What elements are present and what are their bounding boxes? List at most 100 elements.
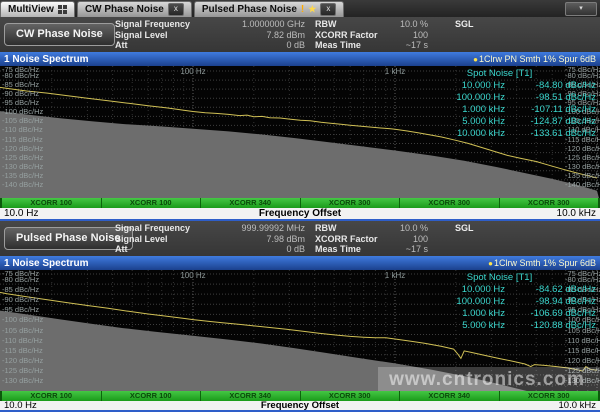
- setting-value: 10.0 %: [400, 19, 428, 30]
- y-axis-label: -90 dBc/Hz: [2, 296, 39, 304]
- setting-label: Signal Level: [115, 234, 168, 245]
- setting-label: Signal Frequency: [115, 223, 190, 234]
- trace-info: ● 1Clrw Smth 1% Spur 6dB: [488, 258, 596, 268]
- window-title: 1 Noise Spectrum: [4, 54, 88, 65]
- setting-value: 7.98 dBm: [266, 234, 305, 245]
- x-axis-start: 10.0 Hz: [4, 208, 38, 219]
- tab-pulsed-phase-noise[interactable]: Pulsed Phase Noise ! ★ x: [194, 1, 344, 17]
- channel-button-cw[interactable]: CW Phase Noise: [4, 23, 115, 46]
- spot-noise-offset: 10.000 Hz: [433, 284, 505, 296]
- y-axis-label: -130 dBc/Hz: [565, 163, 600, 171]
- spot-noise-offset: 10.000 Hz: [433, 80, 505, 92]
- spot-noise-row: 10.000 Hz-84.62 dBc/Hz: [433, 284, 596, 296]
- close-icon[interactable]: x: [168, 3, 184, 16]
- x-decade-label: 100 Hz: [180, 67, 205, 76]
- y-axis-label: -115 dBc/Hz: [565, 347, 600, 355]
- xcorr-progress-bar: XCORR 100XCORR 100XCORR 340XCORR 300XCOR…: [0, 198, 600, 208]
- xcorr-segment: XCORR 340: [201, 198, 301, 208]
- y-axis-label: -80 dBc/Hz: [2, 72, 39, 80]
- spot-noise-title: Spot Noise [T1]: [433, 68, 596, 80]
- spot-noise-value: -133.61 dBc/Hz: [510, 128, 596, 140]
- y-axis-label: -125 dBc/Hz: [565, 154, 600, 162]
- spot-noise-value: -106.69 dBc/Hz: [510, 308, 596, 320]
- x-decade-label: 100 Hz: [180, 271, 205, 280]
- window-title-bar[interactable]: 1 Noise Spectrum ● 1Clrw Smth 1% Spur 6d…: [0, 256, 600, 270]
- channel-header-pulsed: Pulsed Phase Noise Signal Frequency 999.9…: [0, 221, 600, 256]
- y-axis-label: -130 dBc/Hz: [2, 163, 43, 171]
- channel-button-pulsed[interactable]: Pulsed Phase Noise: [4, 227, 133, 250]
- setting-label: Att: [115, 244, 128, 255]
- trace-color-dot-icon: ●: [473, 55, 478, 64]
- tab-pulsed-label: Pulsed Phase Noise: [202, 4, 297, 15]
- setting-value: 999.99992 MHz: [241, 223, 305, 234]
- setting-value: 1.0000000 GHz: [242, 19, 305, 30]
- setting-value: 0 dB: [286, 244, 305, 255]
- tab-multiview[interactable]: MultiView: [0, 1, 75, 17]
- spot-noise-row: 100.000 Hz -98.51 dBc/Hz: [433, 92, 596, 104]
- xcorr-segment: XCORR 300: [301, 198, 401, 208]
- spot-noise-offset: 5.000 kHz: [433, 116, 505, 128]
- xcorr-segment: XCORR 100: [2, 198, 102, 208]
- tab-cw-label: CW Phase Noise: [85, 4, 164, 15]
- spot-noise-table: Spot Noise [T1]10.000 Hz-84.80 dBc/Hz100…: [433, 68, 596, 140]
- x-decade-label: 1 kHz: [385, 67, 405, 76]
- window-dropdown-button[interactable]: ▾: [565, 2, 597, 16]
- settings-column-1: Signal Frequency1.0000000 GHz Signal Lev…: [115, 19, 305, 51]
- spot-noise-row: 5.000 kHz -124.87 dBc/Hz: [433, 116, 596, 128]
- spot-noise-offset: 5.000 kHz: [433, 320, 505, 332]
- settings-column-2: RBW10.0 % XCORR Factor100 Meas Time~17 s: [315, 19, 428, 51]
- sweep-mode-badge: SGL: [455, 19, 474, 29]
- window-title-bar[interactable]: 1 Noise Spectrum ● 1Clrw PN Smth 1% Spur…: [0, 52, 600, 66]
- y-axis-label: -120 dBc/Hz: [2, 145, 43, 153]
- noise-spectrum-graph-cw[interactable]: -75 dBc/Hz-80 dBc/Hz-85 dBc/Hz-90 dBc/Hz…: [0, 66, 600, 198]
- spot-noise-value: -124.87 dBc/Hz: [510, 116, 596, 128]
- spot-noise-value: -107.11 dBc/Hz: [510, 104, 596, 116]
- setting-label: Meas Time: [315, 244, 361, 255]
- y-axis-label: -130 dBc/Hz: [2, 377, 43, 385]
- spot-noise-offset: 10.000 kHz: [433, 128, 505, 140]
- multiview-grid-icon: [58, 5, 67, 14]
- tab-cw-phase-noise[interactable]: CW Phase Noise x: [77, 1, 192, 17]
- setting-value: 0 dB: [286, 40, 305, 51]
- x-decade-label: 1 kHz: [385, 271, 405, 280]
- y-axis-label: -100 dBc/Hz: [2, 316, 43, 324]
- setting-label: Att: [115, 40, 128, 51]
- x-axis-row: 10.0 Hz Frequency Offset 10.0 kHz: [0, 208, 600, 219]
- x-axis-stop: 10.0 kHz: [557, 208, 596, 219]
- y-axis-label: -90 dBc/Hz: [2, 90, 39, 98]
- spot-noise-row: 10.000 kHz -133.61 dBc/Hz: [433, 128, 596, 140]
- sweep-mode-badge: SGL: [455, 223, 474, 233]
- spot-noise-value: -98.51 dBc/Hz: [510, 92, 596, 104]
- watermark-text: www.cntronics.com: [374, 369, 600, 391]
- y-axis-label: -120 dBc/Hz: [2, 357, 43, 365]
- y-axis-label: -85 dBc/Hz: [2, 286, 39, 294]
- spot-noise-row: 100.000 Hz-98.94 dBc/Hz: [433, 296, 596, 308]
- noise-spectrum-graph-pulsed[interactable]: -75 dBc/Hz-80 dBc/Hz-85 dBc/Hz-90 dBc/Hz…: [0, 270, 600, 391]
- y-axis-label: -105 dBc/Hz: [2, 327, 43, 335]
- y-axis-label: -115 dBc/Hz: [2, 347, 43, 355]
- spot-noise-table: Spot Noise [T1]10.000 Hz-84.62 dBc/Hz100…: [433, 272, 596, 332]
- spot-noise-offset: 100.000 Hz: [433, 92, 505, 104]
- xcorr-segment: XCORR 100: [102, 198, 202, 208]
- y-axis-label: -95 dBc/Hz: [2, 306, 39, 314]
- xcorr-segment: XCORR 300: [400, 198, 500, 208]
- star-icon: ★: [308, 4, 316, 15]
- x-axis-row: 10.0 Hz Frequency Offset 10.0 kHz: [0, 401, 600, 410]
- spot-noise-row: 1.000 kHz-106.69 dBc/Hz: [433, 308, 596, 320]
- window-cw-phase-noise: CW Phase Noise Signal Frequency1.0000000…: [0, 17, 600, 221]
- settings-column-2: RBW10.0 % XCORR Factor100 Meas Time~17 s: [315, 223, 428, 255]
- close-icon[interactable]: x: [320, 3, 336, 16]
- setting-label: RBW: [315, 223, 337, 234]
- x-axis-title: Frequency Offset: [0, 208, 600, 219]
- spot-noise-offset: 100.000 Hz: [433, 296, 505, 308]
- spot-noise-row: 10.000 Hz-84.80 dBc/Hz: [433, 80, 596, 92]
- y-axis-label: -110 dBc/Hz: [2, 337, 43, 345]
- y-axis-label: -105 dBc/Hz: [2, 117, 43, 125]
- warning-icon: !: [301, 4, 304, 15]
- y-axis-label: -85 dBc/Hz: [2, 81, 39, 89]
- y-axis-label: -80 dBc/Hz: [2, 276, 39, 284]
- trace-info-label: 1Clrw Smth 1% Spur 6dB: [494, 258, 596, 268]
- setting-label: XCORR Factor: [315, 234, 378, 245]
- setting-label: Meas Time: [315, 40, 361, 51]
- y-axis-label: -140 dBc/Hz: [2, 181, 43, 189]
